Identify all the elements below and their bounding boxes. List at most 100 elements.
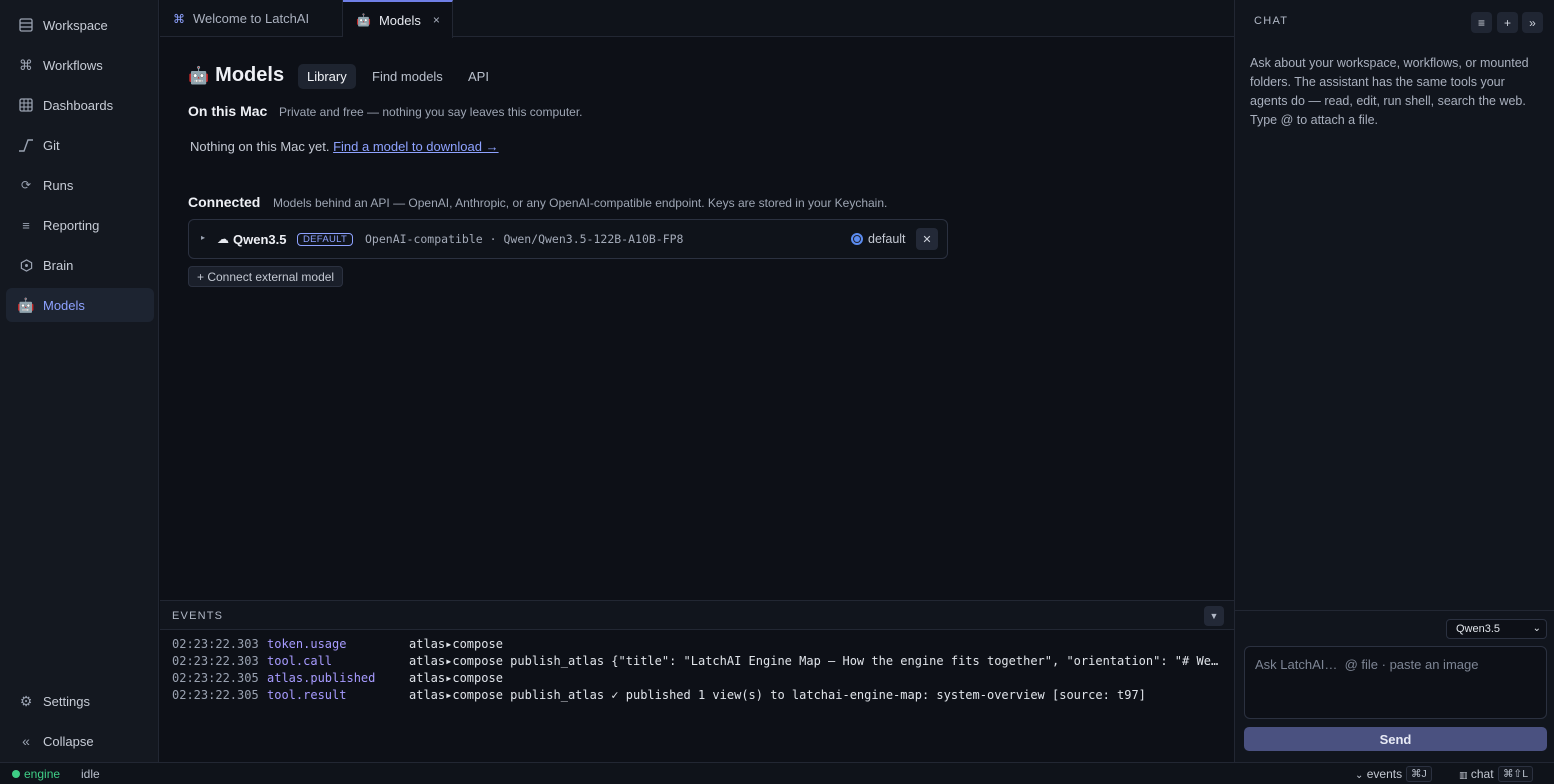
new-chat-button[interactable]: + [1497,12,1518,33]
events-panel: EVENTS ▼ 02:23:22.303 token.usage atlas▸… [160,600,1234,762]
event-message: atlas▸compose publish_atlas {"title": "L… [409,654,1219,668]
chat-panel: CHAT ≡ + » Ask about your workspace, wor… [1234,0,1554,762]
model-row[interactable]: ▸ ☁ Qwen3.5 DEFAULT OpenAI-compatible · … [188,219,948,259]
main-content: 🤖 Models Library Find models API On this… [160,38,1234,600]
robot-icon: 🤖 [17,296,35,313]
sidebar-item-label: Runs [43,177,74,193]
events-shortcut: ⌘J [1406,766,1432,782]
divider [1235,610,1554,611]
chevron-down-icon: ⌄ [1355,770,1364,781]
command-icon: ⌘ [173,11,185,26]
sidebar-item-label: Git [43,137,60,153]
command-icon: ⌘ [19,56,33,73]
sidebar-item-label: Reporting [43,217,100,233]
settings-label: Settings [43,693,90,709]
page-title-text: Models [215,64,285,86]
tab-find-models[interactable]: Find models [363,64,452,89]
chat-history-button[interactable]: ≡ [1471,12,1492,33]
event-timestamp: 02:23:22.303 [172,654,259,668]
event-row: 02:23:22.303 token.usage atlas▸compose [172,637,1222,654]
chat-intro-text: Ask about your workspace, workflows, or … [1250,56,1529,127]
robot-icon: 🤖 [356,13,371,27]
sidebar-item-label: Models [43,297,85,313]
event-type: atlas.published [267,671,376,685]
event-type: tool.result [267,688,347,702]
settings-button[interactable]: ⚙ Settings [6,684,154,718]
send-button[interactable]: Send [1244,727,1547,751]
sidebar-item-dashboards[interactable]: Dashboards [6,88,154,122]
event-timestamp: 02:23:22.305 [172,671,259,685]
empty-state-text: Nothing on this Mac yet. [190,139,330,154]
events-collapse-button[interactable]: ▼ [1204,606,1224,626]
toggle-chat-button[interactable]: ▥ chat [1459,767,1494,781]
chat-title: CHAT [1254,15,1289,27]
collapse-button[interactable]: « Collapse [6,724,154,758]
double-chevron-left-icon: « [22,733,30,749]
toggle-events-button[interactable]: ⌄ events [1355,767,1402,781]
sidebar-item-label: Brain [43,257,74,273]
event-row: 02:23:22.303 tool.call atlas▸compose pub… [172,654,1222,671]
close-tab-button[interactable]: × [433,13,440,27]
connected-subtitle: Models behind an API — OpenAI, Anthropic… [273,196,888,210]
connected-heading: Connected [188,194,261,210]
sidebar-item-workflows[interactable]: ⌘ Workflows [6,48,154,82]
empty-state: Nothing on this Mac yet. Find a model to… [190,139,499,154]
sidebar-item-label: Dashboards [43,97,114,113]
chat-toggle-label: chat [1470,767,1494,781]
sidebar-item-brain[interactable]: Brain [6,248,154,282]
events-title: EVENTS [172,610,224,622]
sidebar-item-models[interactable]: 🤖 Models [6,288,154,322]
event-message: atlas▸compose [409,671,503,685]
default-radio-label: default [868,232,906,246]
connect-external-model-button[interactable]: + Connect external model [188,266,344,287]
engine-status-dot [12,770,20,778]
remove-model-button[interactable]: ✕ [916,228,938,250]
tab-library[interactable]: Library [298,64,356,89]
event-type: tool.call [267,654,333,668]
status-bar: engine idle ⌄ events ⌘J ▥ chat ⌘⇧L [0,762,1554,784]
brain-icon [18,257,34,273]
tab-welcome[interactable]: ⌘ Welcome to LatchAI [160,0,343,37]
default-radio[interactable] [851,233,863,245]
tab-models[interactable]: 🤖 Models × [343,0,453,38]
event-row: 02:23:22.305 atlas.published atlas▸compo… [172,671,1222,688]
chat-shortcut: ⌘⇧L [1498,766,1534,782]
chevron-down-icon: ⌄ [1532,623,1541,634]
list-icon: ≡ [22,217,30,233]
sidebar-item-workspace[interactable]: Workspace [6,8,154,42]
sidebar-item-label: Workspace [43,17,108,33]
engine-status-label: engine [24,767,61,781]
event-message: atlas▸compose [409,637,503,651]
find-model-link[interactable]: Find a model to download → [333,139,498,154]
grid-icon [18,97,34,113]
page-title: 🤖 Models [188,64,284,87]
tab-bar: ⌘ Welcome to LatchAI 🤖 Models × [160,0,1234,38]
event-row: 02:23:22.305 tool.result atlas▸compose p… [172,688,1222,705]
sidebar-item-reporting[interactable]: ≡ Reporting [6,208,154,242]
on-mac-subtitle: Private and free — nothing you say leave… [279,105,583,119]
expand-caret-icon[interactable]: ▸ [201,233,205,242]
tab-api[interactable]: API [459,64,498,89]
gear-icon: ⚙ [19,692,33,709]
git-icon [18,137,34,153]
tab-label: Welcome to LatchAI [193,11,310,26]
panel-icon: ▥ [1459,770,1468,780]
engine-state: idle [81,767,100,781]
default-badge: DEFAULT [297,233,354,246]
event-timestamp: 02:23:22.305 [172,688,259,702]
sidebar-item-git[interactable]: Git [6,128,154,162]
robot-icon: 🤖 [188,65,210,85]
model-name: Qwen3.5 [233,232,287,247]
sidebar-item-runs[interactable]: ⟳ Runs [6,168,154,202]
model-select[interactable]: Qwen3.5 ⌄ [1446,619,1547,639]
on-mac-heading: On this Mac [188,103,268,119]
model-select-value: Qwen3.5 [1456,623,1501,635]
workspace-icon [18,17,34,33]
event-message: atlas▸compose publish_atlas ✓ published … [409,688,1146,702]
chat-input[interactable] [1244,646,1547,719]
events-header: EVENTS ▼ [160,601,1234,630]
events-toggle-label: events [1366,767,1403,781]
collapse-chat-button[interactable]: » [1522,12,1543,33]
model-description: OpenAI-compatible · Qwen/Qwen3.5-122B-A1… [365,232,684,246]
sidebar: Workspace ⌘ Workflows Dashboards Git ⟳ R… [0,0,159,762]
